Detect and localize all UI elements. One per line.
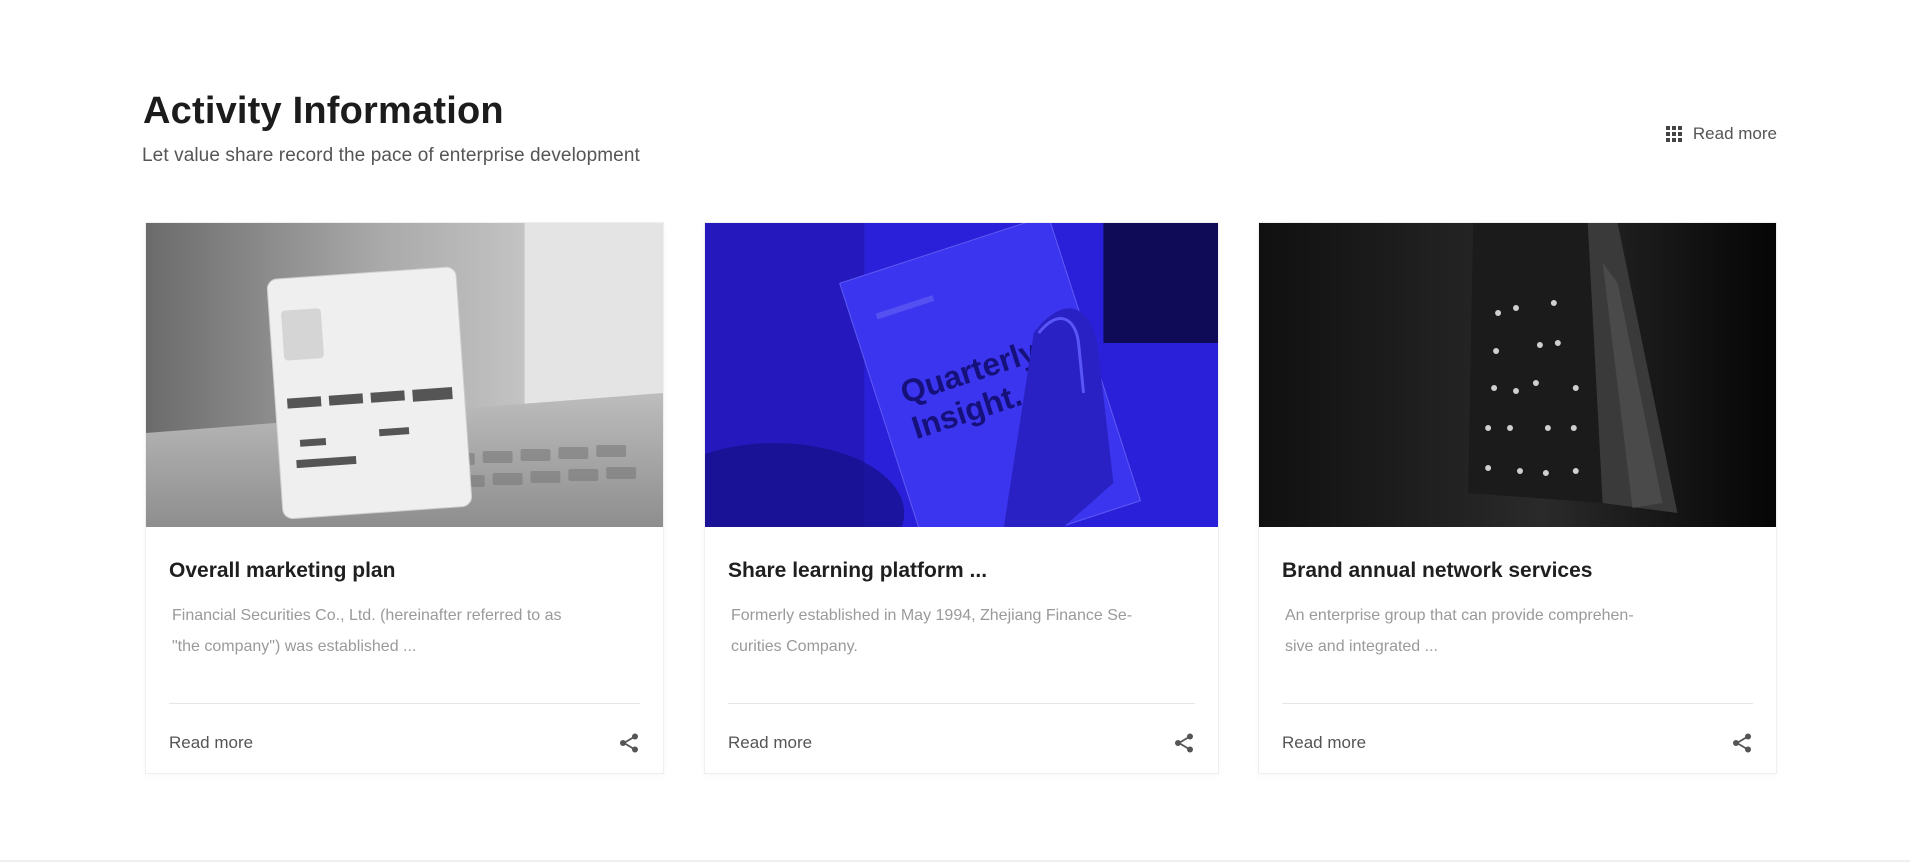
- card-list: Overall marketing plan Financial Securit…: [145, 222, 1777, 774]
- card-title[interactable]: Brand annual network services: [1282, 559, 1592, 583]
- card-divider: [169, 703, 640, 704]
- read-more-label: Read more: [1692, 124, 1777, 143]
- activity-card[interactable]: Brand annual network services An enterpr…: [1258, 222, 1777, 774]
- share-icon[interactable]: [618, 732, 640, 754]
- card-title[interactable]: Overall marketing plan: [169, 559, 395, 583]
- card-footer: Read more: [1282, 723, 1753, 763]
- section-subtitle: Let value share record the pace of enter…: [142, 145, 640, 166]
- card-image-credit-card[interactable]: [146, 223, 663, 527]
- card-read-more-link[interactable]: Read more: [728, 733, 812, 753]
- section-title: Activity Information: [143, 90, 504, 132]
- card-read-more-link[interactable]: Read more: [169, 733, 253, 753]
- card-image-tote-bag[interactable]: [1259, 223, 1776, 527]
- card-footer: Read more: [728, 723, 1195, 763]
- card-read-more-link[interactable]: Read more: [1282, 733, 1366, 753]
- card-image-quarterly-insight[interactable]: Quarterly Insight.: [705, 223, 1218, 527]
- read-more-link[interactable]: Read more: [1665, 124, 1777, 144]
- card-description: Formerly established in May 1994, Zhejia…: [731, 607, 1133, 655]
- activity-card[interactable]: Quarterly Insight. Share learning platfo…: [704, 222, 1219, 774]
- activity-section: Activity Information Let value share rec…: [0, 0, 1910, 862]
- activity-card[interactable]: Overall marketing plan Financial Securit…: [145, 222, 664, 774]
- share-icon[interactable]: [1173, 732, 1195, 754]
- share-icon[interactable]: [1731, 732, 1753, 754]
- grid-icon: [1665, 125, 1683, 143]
- card-title[interactable]: Share learning platform ...: [728, 559, 987, 583]
- card-footer: Read more: [169, 723, 640, 763]
- card-divider: [1282, 703, 1753, 704]
- card-description: Financial Securities Co., Ltd. (hereinaf…: [172, 607, 562, 655]
- card-divider: [728, 703, 1195, 704]
- card-description: An enterprise group that can provide com…: [1285, 607, 1634, 655]
